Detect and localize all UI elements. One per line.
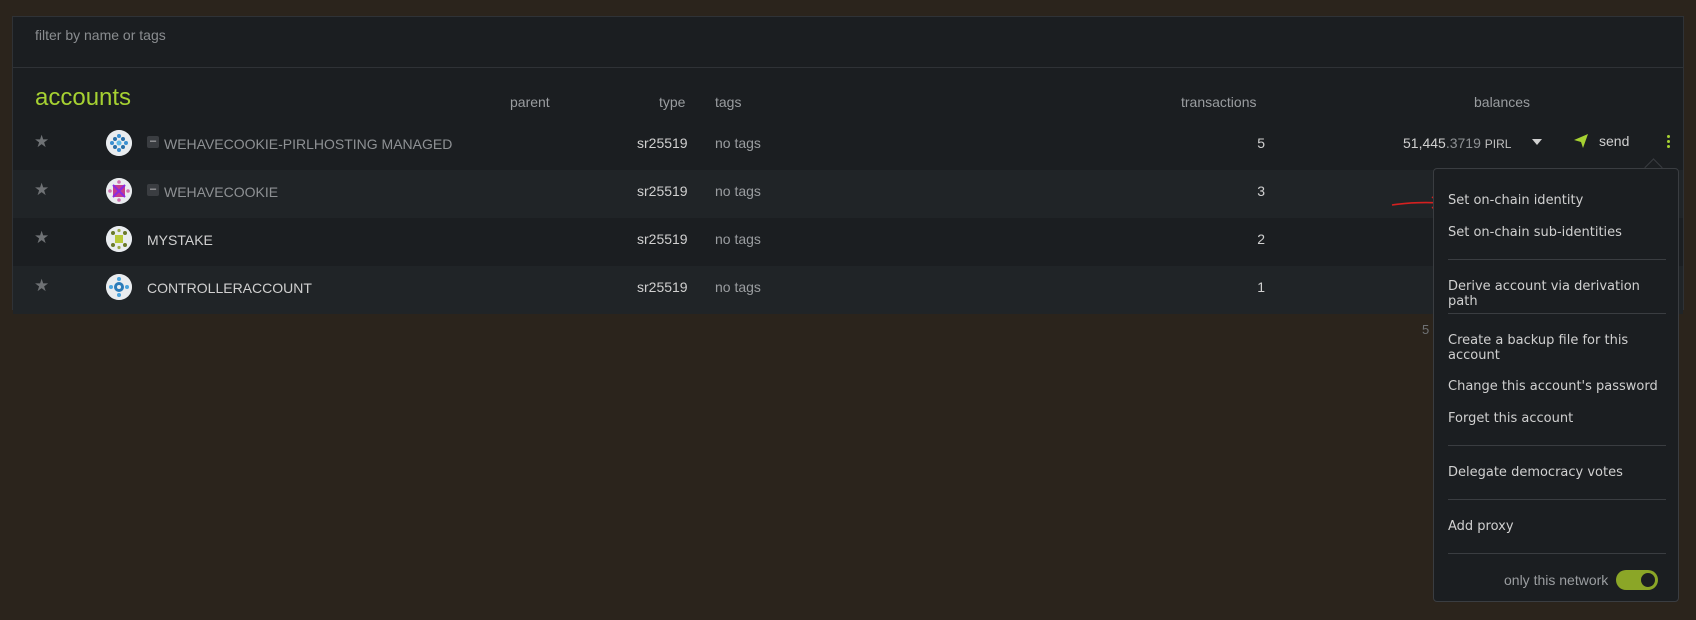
toggle-knob: [1641, 573, 1655, 587]
filter-input[interactable]: [35, 25, 1535, 45]
account-name[interactable]: WEHAVECOOKIE-PIRLHOSTING MANAGED: [164, 136, 452, 152]
star-icon[interactable]: ★: [34, 229, 52, 247]
account-name[interactable]: MYSTAKE: [147, 232, 213, 248]
account-type: sr25519: [637, 231, 688, 247]
menu-item-set-sub-identities[interactable]: Set on-chain sub-identities: [1448, 225, 1668, 240]
balance-integer: 51,445: [1403, 135, 1446, 151]
send-icon: [1574, 134, 1588, 148]
account-transactions: 3: [1257, 183, 1265, 199]
network-toggle[interactable]: [1616, 570, 1658, 590]
account-transactions: 5: [1257, 135, 1265, 151]
account-name[interactable]: WEHAVECOOKIE: [164, 184, 278, 200]
table-header: accounts parent type tags transactions b…: [13, 68, 1683, 122]
page-title: accounts: [35, 84, 132, 111]
chevron-down-icon[interactable]: [1532, 139, 1542, 145]
table-row: ★ – WEHAVECOOKIE-PIRLHOSTING MANAGED sr2…: [13, 122, 1683, 170]
header-balances: balances: [1474, 94, 1531, 110]
identicon[interactable]: [106, 274, 132, 300]
menu-item-set-identity[interactable]: Set on-chain identity: [1448, 193, 1668, 208]
minus-icon: –: [147, 136, 159, 148]
account-tags[interactable]: no tags: [715, 135, 761, 151]
menu-item-create-backup[interactable]: Create a backup file for this account: [1448, 333, 1668, 363]
identicon[interactable]: [106, 178, 132, 204]
account-name[interactable]: CONTROLLERACCOUNT: [147, 280, 312, 296]
kebab-menu-icon[interactable]: [1659, 128, 1677, 154]
network-toggle-label: only this network: [1504, 572, 1609, 588]
star-icon[interactable]: ★: [34, 181, 52, 199]
account-transactions: 1: [1257, 279, 1265, 295]
header-transactions: transactions: [1181, 94, 1257, 110]
identicon[interactable]: [106, 130, 132, 156]
header-type: type: [659, 94, 686, 110]
balance-unit: PIRL: [1484, 137, 1512, 151]
minus-icon: –: [147, 184, 159, 196]
menu-item-change-password[interactable]: Change this account's password: [1448, 379, 1668, 394]
identicon[interactable]: [106, 226, 132, 252]
send-label: send: [1599, 133, 1630, 149]
account-type: sr25519: [637, 279, 688, 295]
account-actions-menu: Set on-chain identity Set on-chain sub-i…: [1433, 168, 1679, 602]
menu-divider: [1448, 313, 1666, 314]
account-balance[interactable]: 51,445.3719 PIRL: [1403, 135, 1511, 151]
menu-divider: [1448, 499, 1666, 500]
menu-item-forget-account[interactable]: Forget this account: [1448, 411, 1668, 426]
menu-divider: [1448, 445, 1666, 446]
menu-item-delegate-votes[interactable]: Delegate democracy votes: [1448, 465, 1668, 480]
header-parent: parent: [510, 94, 550, 110]
account-tags[interactable]: no tags: [715, 231, 761, 247]
footer-text: 5: [1422, 322, 1430, 337]
menu-divider: [1448, 259, 1666, 260]
menu-item-derive-account[interactable]: Derive account via derivation path: [1448, 279, 1668, 309]
star-icon[interactable]: ★: [34, 277, 52, 295]
star-icon[interactable]: ★: [34, 133, 52, 151]
menu-item-add-proxy[interactable]: Add proxy: [1448, 519, 1668, 534]
account-type: sr25519: [637, 135, 688, 151]
balance-fraction: .3719: [1445, 135, 1481, 151]
filter-bar: [12, 16, 1684, 68]
menu-divider: [1448, 553, 1666, 554]
account-tags[interactable]: no tags: [715, 279, 761, 295]
account-transactions: 2: [1257, 231, 1265, 247]
account-tags[interactable]: no tags: [715, 183, 761, 199]
header-tags: tags: [715, 94, 742, 110]
account-type: sr25519: [637, 183, 688, 199]
send-button[interactable]: send: [1573, 128, 1629, 154]
